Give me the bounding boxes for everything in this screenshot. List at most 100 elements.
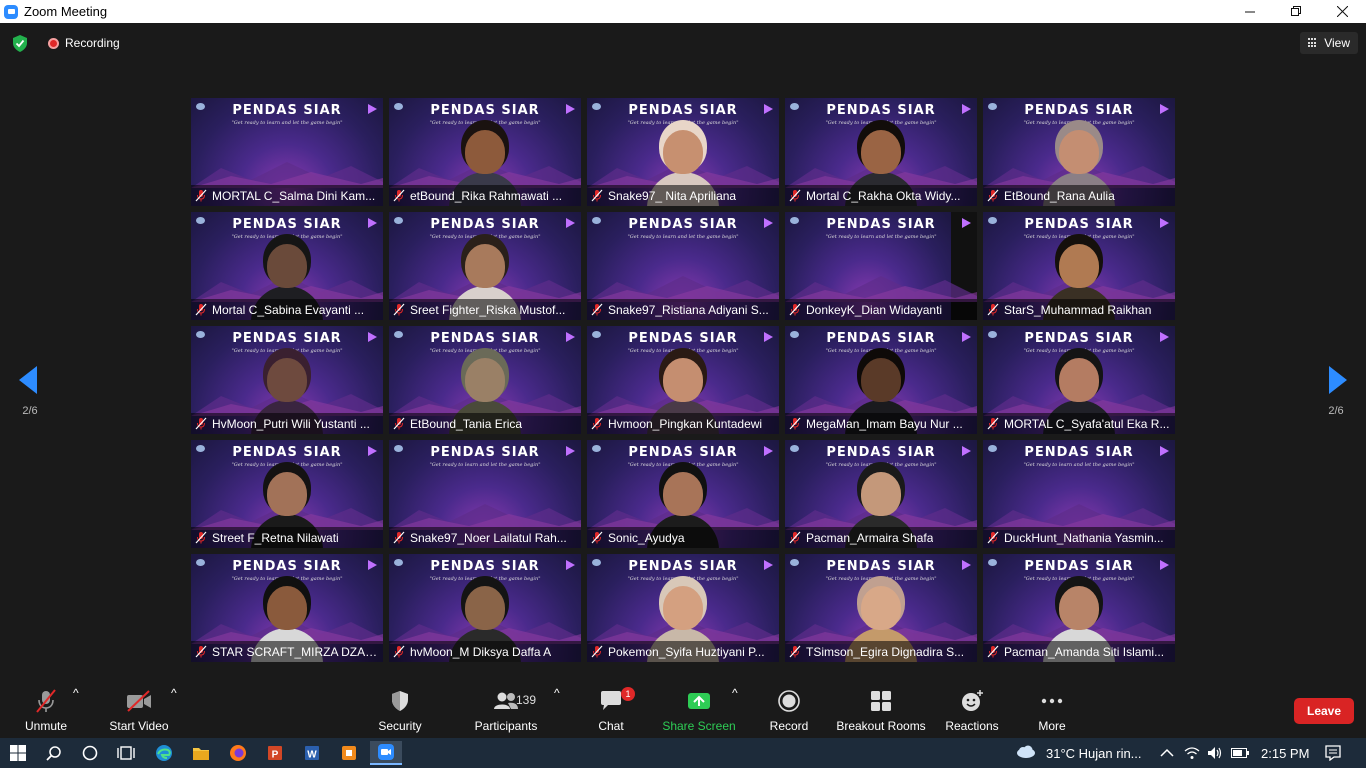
virtual-background-banner: PENDAS SIAR <box>826 217 936 232</box>
participant-tile[interactable]: PENDAS SIAR "Get ready to learn and let t… <box>587 98 779 206</box>
view-button[interactable]: View <box>1300 32 1358 54</box>
action-center-icon[interactable] <box>1325 738 1341 768</box>
participant-tile[interactable]: PENDAS SIAR "Get ready to learn and let t… <box>587 440 779 548</box>
participant-tile[interactable]: PENDAS SIAR "Get ready to learn and let t… <box>785 326 977 434</box>
participants-options-caret-icon[interactable]: ^ <box>554 686 560 700</box>
battery-icon[interactable] <box>1231 738 1249 768</box>
participant-tile[interactable]: PENDAS SIAR "Get ready to learn and let t… <box>785 440 977 548</box>
weather-widget[interactable]: 31°C Hujan rin... <box>1015 738 1142 768</box>
participant-name-bar: EtBound_Tania Erica <box>389 413 581 434</box>
share-options-caret-icon[interactable]: ^ <box>732 686 738 700</box>
participant-tile[interactable]: PENDAS SIAR "Get ready to learn and let t… <box>983 212 1175 320</box>
virtual-background-banner: PENDAS SIAR <box>430 445 540 460</box>
participant-name-bar: Mortal C_Sabina Evayanti ... <box>191 299 383 320</box>
muted-mic-icon <box>987 645 999 658</box>
previous-page-arrow-icon[interactable] <box>19 366 37 394</box>
file-explorer-icon[interactable] <box>185 741 217 765</box>
search-icon[interactable] <box>38 741 70 765</box>
participants-button[interactable]: 139 Participants <box>474 686 538 738</box>
participant-name: Snake97_Noer Lailatul Rah... <box>410 530 567 545</box>
participant-tile[interactable]: PENDAS SIAR "Get ready to learn and let t… <box>983 554 1175 662</box>
participant-tile[interactable]: PENDAS SIAR "Get ready to learn and let t… <box>191 554 383 662</box>
minimize-icon <box>1244 11 1255 13</box>
participant-tile[interactable]: PENDAS SIAR "Get ready to learn and let t… <box>191 212 383 320</box>
participant-name: EtBound_Tania Erica <box>410 416 523 431</box>
security-button[interactable]: Security <box>374 686 426 738</box>
participant-tile[interactable]: PENDAS SIAR "Get ready to learn and let t… <box>191 326 383 434</box>
recording-indicator[interactable]: Recording <box>42 32 126 54</box>
edge-browser-icon[interactable] <box>148 741 180 765</box>
participant-tile[interactable]: PENDAS SIAR "Get ready to learn and let t… <box>983 98 1175 206</box>
participant-name: Pokemon_Syifa Huztiyani P... <box>608 644 765 659</box>
muted-mic-icon <box>591 303 603 316</box>
muted-mic-icon <box>195 189 207 202</box>
zoom-taskbar-icon[interactable] <box>370 741 402 765</box>
participant-name-bar: hvMoon_M Diksya Daffa A <box>389 641 581 662</box>
background-mountains <box>587 276 779 302</box>
breakout-rooms-label: Breakout Rooms <box>836 719 926 733</box>
participant-name: Mortal C_Rakha Okta Widy... <box>806 188 961 203</box>
muted-mic-icon <box>393 189 405 202</box>
window-title: Zoom Meeting <box>24 4 108 19</box>
participant-tile[interactable]: PENDAS SIAR "Get ready to learn and let t… <box>389 440 581 548</box>
breakout-rooms-button[interactable]: Breakout Rooms <box>836 686 926 738</box>
muted-microphone-icon <box>36 689 56 713</box>
participant-name: HvMoon_Putri Wili Yustanti ... <box>212 416 370 431</box>
cortana-icon[interactable] <box>74 741 106 765</box>
task-view-icon[interactable] <box>110 741 142 765</box>
participant-name-bar: TSimson_Egira Dignadira S... <box>785 641 977 662</box>
participant-tile[interactable]: PENDAS SIAR "Get ready to learn and let t… <box>983 440 1175 548</box>
video-options-caret-icon[interactable]: ^ <box>171 686 177 700</box>
participant-tile[interactable]: PENDAS SIAR "Get ready to learn and let t… <box>389 98 581 206</box>
powerpoint-icon[interactable]: P <box>259 741 291 765</box>
participant-tile[interactable]: PENDAS SIAR "Get ready to learn and let t… <box>389 326 581 434</box>
muted-mic-icon <box>789 303 801 316</box>
share-screen-button[interactable]: Share Screen <box>662 686 736 738</box>
participant-name-bar: MORTAL C_Syafa'atul Eka R... <box>983 413 1175 434</box>
chat-button[interactable]: 1 Chat <box>596 686 635 738</box>
participant-name: hvMoon_M Diksya Daffa A <box>410 644 552 659</box>
participant-tile[interactable]: PENDAS SIAR "Get ready to learn and let t… <box>587 554 779 662</box>
minimize-button[interactable] <box>1227 0 1273 23</box>
participant-tile[interactable]: PENDAS SIAR "Get ready to learn and let t… <box>785 212 977 320</box>
participant-name-bar: Pacman_Amanda Siti Islami... <box>983 641 1175 662</box>
participant-tile[interactable]: PENDAS SIAR "Get ready to learn and let t… <box>191 440 383 548</box>
participant-name-bar: DuckHunt_Nathania Yasmin... <box>983 527 1175 548</box>
meeting-toolbar: Unmute ^ Start Video ^ Security 139 Part… <box>0 686 1366 738</box>
audio-options-caret-icon[interactable]: ^ <box>73 686 79 700</box>
record-label: Record <box>769 719 809 733</box>
muted-mic-icon <box>591 531 603 544</box>
orange-app-icon[interactable] <box>333 741 365 765</box>
word-icon[interactable]: W <box>296 741 328 765</box>
restore-button[interactable] <box>1273 0 1319 23</box>
more-button[interactable]: More <box>1035 686 1069 738</box>
unmute-button[interactable]: Unmute <box>22 686 70 738</box>
participant-tile[interactable]: PENDAS SIAR "Get ready to learn and let t… <box>191 98 383 206</box>
leave-button[interactable]: Leave <box>1294 698 1354 724</box>
tray-overflow-chevron-icon[interactable] <box>1160 738 1174 768</box>
reactions-button[interactable]: Reactions <box>944 686 1000 738</box>
participant-tile[interactable]: PENDAS SIAR "Get ready to learn and let t… <box>389 212 581 320</box>
window-titlebar: Zoom Meeting <box>0 0 1366 23</box>
next-page-arrow-icon[interactable] <box>1329 366 1347 394</box>
participant-tile[interactable]: PENDAS SIAR "Get ready to learn and let t… <box>587 212 779 320</box>
participant-name-bar: Street F_Retna Nilawati <box>191 527 383 548</box>
close-button[interactable] <box>1319 0 1365 23</box>
participant-tile[interactable]: PENDAS SIAR "Get ready to learn and let t… <box>785 554 977 662</box>
volume-icon[interactable] <box>1207 738 1223 768</box>
participant-tile[interactable]: PENDAS SIAR "Get ready to learn and let t… <box>983 326 1175 434</box>
video-off-icon <box>127 690 151 712</box>
windows-start-icon[interactable] <box>2 741 34 765</box>
participant-tile[interactable]: PENDAS SIAR "Get ready to learn and let t… <box>785 98 977 206</box>
virtual-background-tagline: "Get ready to learn and let the game beg… <box>825 234 937 240</box>
record-button[interactable]: Record <box>768 686 810 738</box>
muted-mic-icon <box>591 645 603 658</box>
wifi-icon[interactable] <box>1184 738 1200 768</box>
share-screen-label: Share Screen <box>662 719 736 733</box>
firefox-icon[interactable] <box>222 741 254 765</box>
clock[interactable]: 2:15 PM <box>1261 738 1309 768</box>
encryption-shield-icon[interactable] <box>12 35 28 52</box>
participant-tile[interactable]: PENDAS SIAR "Get ready to learn and let t… <box>587 326 779 434</box>
participant-tile[interactable]: PENDAS SIAR "Get ready to learn and let t… <box>389 554 581 662</box>
start-video-button[interactable]: Start Video <box>106 686 172 738</box>
